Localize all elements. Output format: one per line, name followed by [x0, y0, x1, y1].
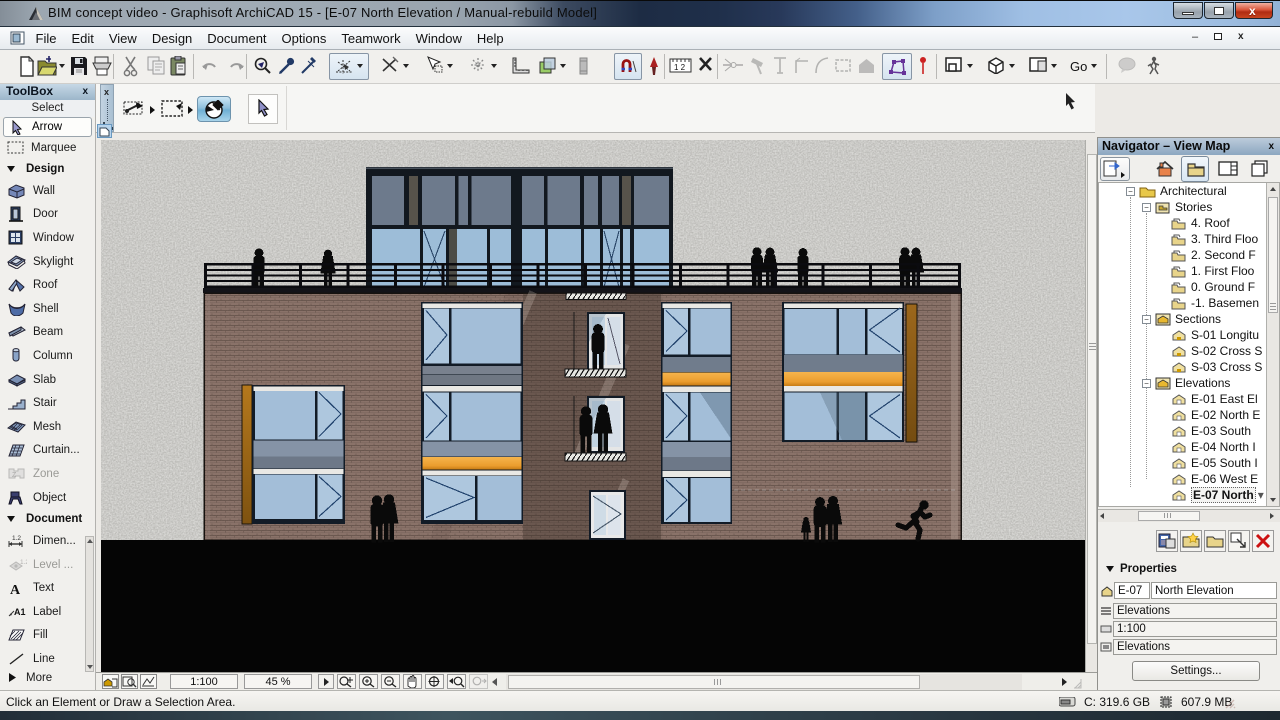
- svg-text:1 2: 1 2: [674, 63, 686, 72]
- svg-text:A1: A1: [14, 607, 26, 617]
- svg-text:1.2: 1.2: [20, 559, 27, 566]
- svg-text:Z: Z: [12, 472, 17, 479]
- svg-text:1.2: 1.2: [12, 535, 21, 542]
- svg-text:A: A: [10, 583, 21, 596]
